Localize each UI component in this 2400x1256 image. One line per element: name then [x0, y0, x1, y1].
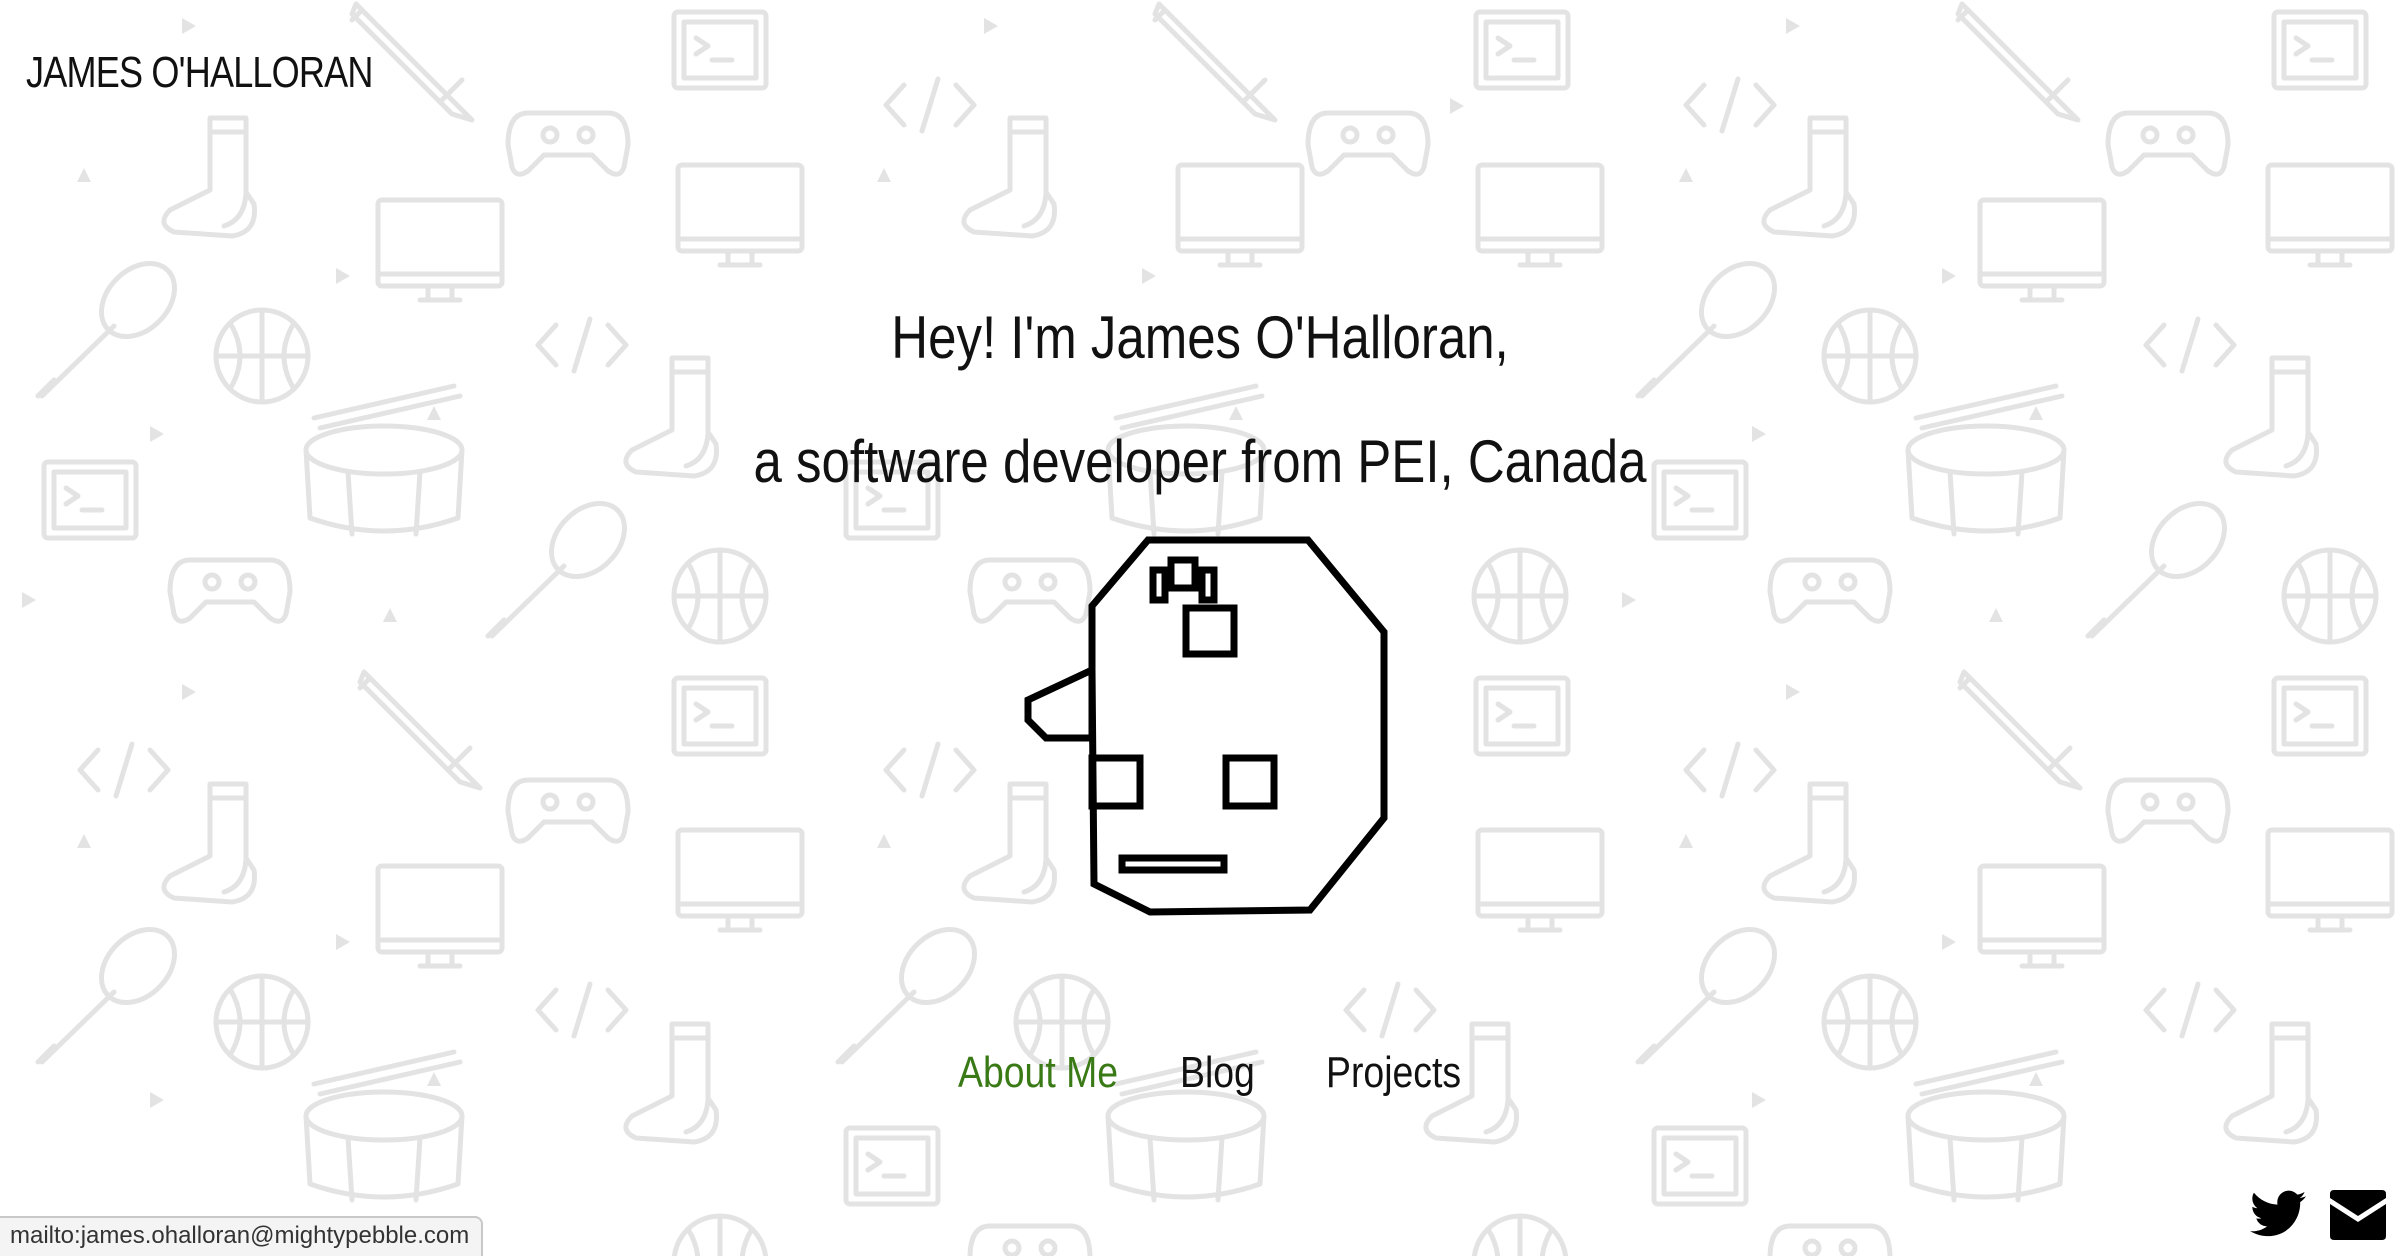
twitter-icon-glyph [2250, 1190, 2306, 1237]
nav-link-about-me[interactable]: About Me [958, 1048, 1118, 1098]
intro-line-1: Hey! I'm James O'Halloran, [891, 304, 1509, 371]
nav-link-blog[interactable]: Blog [1180, 1048, 1255, 1098]
email-icon[interactable] [2330, 1190, 2386, 1240]
intro-heading: Hey! I'm James O'Halloran, a software de… [0, 276, 2400, 524]
intro-line-2: a software developer from PEI, Canada [753, 428, 1647, 495]
nav-link-projects[interactable]: Projects [1326, 1048, 1461, 1098]
page: JAMES O'HALLORAN Hey! I'm James O'Hallor… [0, 0, 2400, 1256]
twitter-icon[interactable] [2250, 1190, 2306, 1238]
robot-face-logo [1024, 536, 1388, 916]
social-links [2250, 1176, 2400, 1256]
site-title-link[interactable]: JAMES O'HALLORAN [26, 48, 373, 98]
browser-status-bar: mailto:james.ohalloran@mightypebble.com [0, 1216, 484, 1256]
main-nav: About Me Blog Projects [0, 1048, 2400, 1108]
email-icon-glyph [2330, 1190, 2386, 1240]
